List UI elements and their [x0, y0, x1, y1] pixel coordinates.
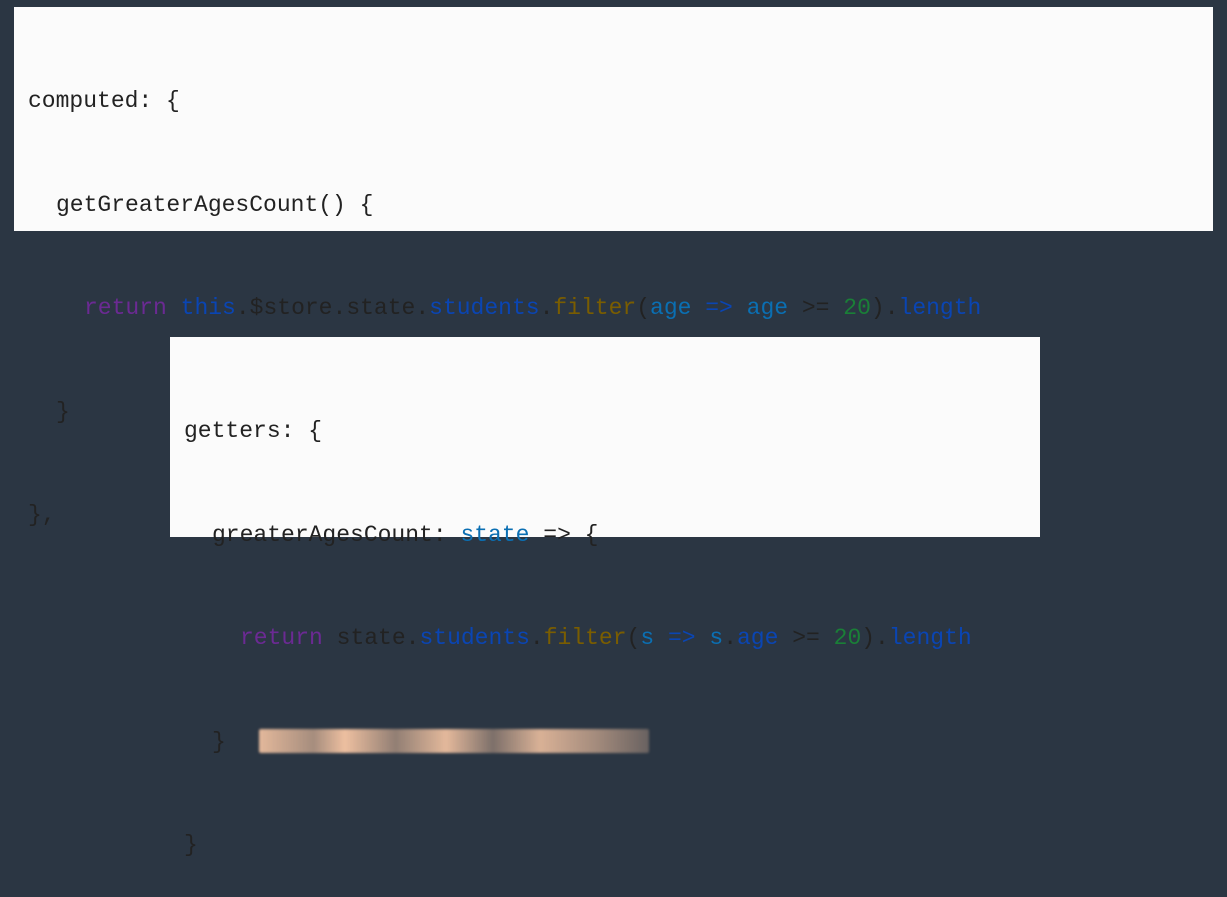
token — [323, 625, 337, 651]
param-age: age — [747, 295, 788, 321]
code-line: computed: { — [28, 84, 1199, 119]
code-block-computed: computed: { getGreaterAgesCount() { retu… — [14, 7, 1213, 231]
token: students — [429, 295, 539, 321]
code-line: } — [184, 725, 1026, 760]
code-line: greaterAgesCount: state => { — [184, 518, 1026, 553]
code-block-getters: getters: { greaterAgesCount: state => { … — [170, 337, 1040, 537]
code-line: getters: { — [184, 414, 1026, 449]
token: . — [415, 295, 429, 321]
code-line: return state.students.filter(s => s.age … — [184, 621, 1026, 656]
token: } — [212, 729, 226, 755]
token: . — [723, 625, 737, 651]
highlight-smudge — [259, 729, 649, 753]
keyword-return: return — [84, 295, 167, 321]
token: computed — [28, 88, 138, 114]
token: . — [236, 295, 250, 321]
token: . — [540, 295, 554, 321]
param-s: s — [640, 625, 654, 651]
arrow-token: => — [691, 295, 746, 321]
token: greaterAgesCount — [212, 522, 433, 548]
token: . — [406, 625, 420, 651]
token: . — [333, 295, 347, 321]
code-line: } — [184, 828, 1026, 863]
token: state — [337, 625, 406, 651]
token: : { — [281, 418, 322, 444]
param-age: age — [650, 295, 691, 321]
arrow-token: => — [654, 625, 709, 651]
token — [167, 295, 181, 321]
token: length — [899, 295, 982, 321]
param-s: s — [709, 625, 723, 651]
token: $store — [250, 295, 333, 321]
token: >= — [778, 625, 833, 651]
token: getGreaterAgesCount — [56, 192, 318, 218]
code-line: return this.$store.state.students.filter… — [28, 291, 1199, 326]
token: } — [184, 832, 198, 858]
token: . — [530, 625, 544, 651]
token: () { — [318, 192, 373, 218]
param-state: state — [460, 522, 529, 548]
token: age — [737, 625, 778, 651]
method-filter: filter — [553, 295, 636, 321]
token: >= — [788, 295, 843, 321]
token: : { — [138, 88, 179, 114]
token: ( — [627, 625, 641, 651]
method-filter: filter — [544, 625, 627, 651]
token: length — [889, 625, 972, 651]
token: students — [419, 625, 529, 651]
token: ( — [636, 295, 650, 321]
token: => { — [529, 522, 598, 548]
keyword-return: return — [240, 625, 323, 651]
token: } — [56, 399, 70, 425]
token: ). — [871, 295, 899, 321]
token: : — [433, 522, 461, 548]
token: getters — [184, 418, 281, 444]
token: ). — [861, 625, 889, 651]
number-literal: 20 — [843, 295, 871, 321]
token: }, — [28, 502, 56, 528]
code-line: getGreaterAgesCount() { — [28, 188, 1199, 223]
token: state — [346, 295, 415, 321]
number-literal: 20 — [834, 625, 862, 651]
keyword-this: this — [181, 295, 236, 321]
